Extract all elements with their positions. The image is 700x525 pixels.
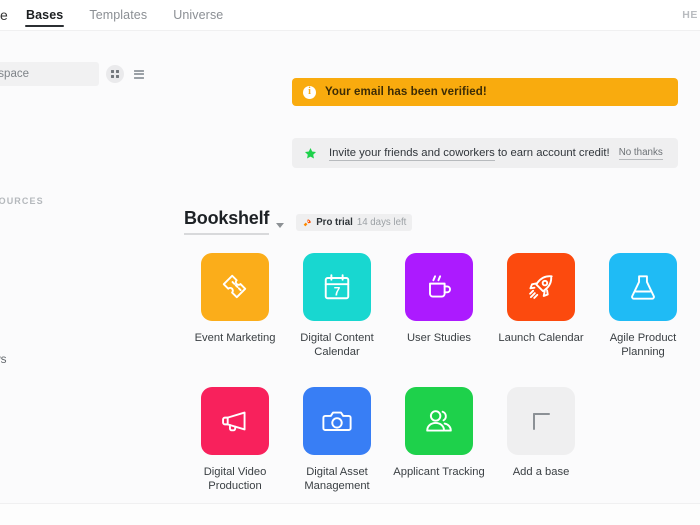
calendar-icon: 7 xyxy=(324,274,350,300)
pro-trial-badge[interactable]: Pro trial 14 days left xyxy=(296,214,413,231)
add-base-tile[interactable] xyxy=(507,387,575,455)
base-card-agile-product-planning[interactable]: Agile Product Planning xyxy=(592,253,694,359)
base-card-applicant-tracking[interactable]: Applicant Tracking xyxy=(388,387,490,493)
add-base-card[interactable]: Add a base xyxy=(490,387,592,493)
invite-message: Invite your friends and coworkers to ear… xyxy=(329,147,610,161)
base-tile xyxy=(201,253,269,321)
base-label: Digital Video Production xyxy=(203,466,267,492)
sidebar: r workspace Trial space ND RESOURCES rta… xyxy=(0,31,148,525)
account-menu[interactable]: HE xyxy=(682,9,698,21)
email-verified-banner: i Your email has been verified! xyxy=(292,78,678,106)
page-title[interactable]: Bookshelf xyxy=(184,208,269,235)
base-label: User Studies xyxy=(406,332,472,344)
app-logo[interactable]: e xyxy=(0,7,8,23)
info-icon: i xyxy=(303,85,316,99)
people-icon xyxy=(426,410,452,432)
rocket-icon xyxy=(529,275,553,299)
rocket-icon xyxy=(303,218,311,226)
airtable-home-page: e Bases Templates Universe HE r workspac… xyxy=(0,0,700,525)
camera-icon xyxy=(322,411,352,431)
base-card-digital-content-calendar[interactable]: 7 Digital Content Calendar xyxy=(286,253,388,359)
base-card-digital-video-production[interactable]: Digital Video Production xyxy=(184,387,286,493)
bottom-strip xyxy=(0,504,700,525)
sidebar-section-header: ND RESOURCES xyxy=(0,196,44,206)
base-tile xyxy=(507,253,575,321)
tab-bases[interactable]: Bases xyxy=(25,1,65,30)
star-icon xyxy=(304,147,317,158)
base-label: Event Marketing xyxy=(194,332,276,344)
coffee-cup-icon xyxy=(429,275,451,298)
base-tile xyxy=(405,387,473,455)
add-base-label: Add a base xyxy=(512,466,570,478)
base-card-digital-asset-management[interactable]: Digital Asset Management xyxy=(286,387,388,493)
base-card-launch-calendar[interactable]: Launch Calendar xyxy=(490,253,592,359)
svg-text:7: 7 xyxy=(334,284,341,298)
base-label: Applicant Tracking xyxy=(393,466,485,478)
invite-rest-text: to earn account credit! xyxy=(494,147,610,159)
sidebar-item-4[interactable]: ing views xyxy=(0,350,7,368)
base-label: Digital Asset Management xyxy=(304,466,370,492)
main-content: i Your email has been verified! Invite y… xyxy=(148,31,700,525)
megaphone-icon xyxy=(222,411,246,432)
bookshelf-header: Bookshelf Pro trial 14 days left xyxy=(184,208,413,235)
base-tile xyxy=(201,387,269,455)
base-tile: 7 xyxy=(303,253,371,321)
base-tile xyxy=(303,387,371,455)
view-toggle-group xyxy=(106,65,148,83)
base-grid: Event Marketing 7 Digital Content Calend… xyxy=(184,253,700,493)
base-label: Digital Content Calendar xyxy=(300,332,374,358)
ticket-icon xyxy=(222,274,247,299)
base-label: Agile Product Planning xyxy=(609,332,677,358)
plus-icon xyxy=(532,412,550,430)
invite-banner: Invite your friends and coworkers to ear… xyxy=(292,138,678,168)
workspace-search-row: r workspace xyxy=(0,62,148,86)
base-card-event-marketing[interactable]: Event Marketing xyxy=(184,253,286,359)
base-row: Event Marketing 7 Digital Content Calend… xyxy=(184,253,700,359)
grid-view-icon[interactable] xyxy=(106,65,124,83)
nav-tab-list: Bases Templates Universe xyxy=(25,0,224,31)
list-view-icon[interactable] xyxy=(130,65,148,83)
base-label: Launch Calendar xyxy=(498,332,584,344)
top-navigation-bar: e Bases Templates Universe HE xyxy=(0,0,700,31)
email-verified-message: Your email has been verified! xyxy=(325,86,487,98)
chevron-down-icon[interactable] xyxy=(276,223,285,228)
base-tile xyxy=(609,253,677,321)
pro-trial-label: Pro trial xyxy=(316,217,353,228)
base-tile xyxy=(405,253,473,321)
tab-universe[interactable]: Universe xyxy=(172,1,224,30)
base-row: Digital Video Production Digital Asset M… xyxy=(184,387,700,493)
trial-days-left: 14 days left xyxy=(356,217,407,228)
no-thanks-button[interactable]: No thanks xyxy=(618,147,663,160)
flask-icon xyxy=(631,275,655,300)
workspace-search-input[interactable]: r workspace xyxy=(0,62,99,86)
invite-link[interactable]: Invite your friends and coworkers xyxy=(329,147,495,161)
base-card-user-studies[interactable]: User Studies xyxy=(388,253,490,359)
tab-templates[interactable]: Templates xyxy=(88,1,148,30)
